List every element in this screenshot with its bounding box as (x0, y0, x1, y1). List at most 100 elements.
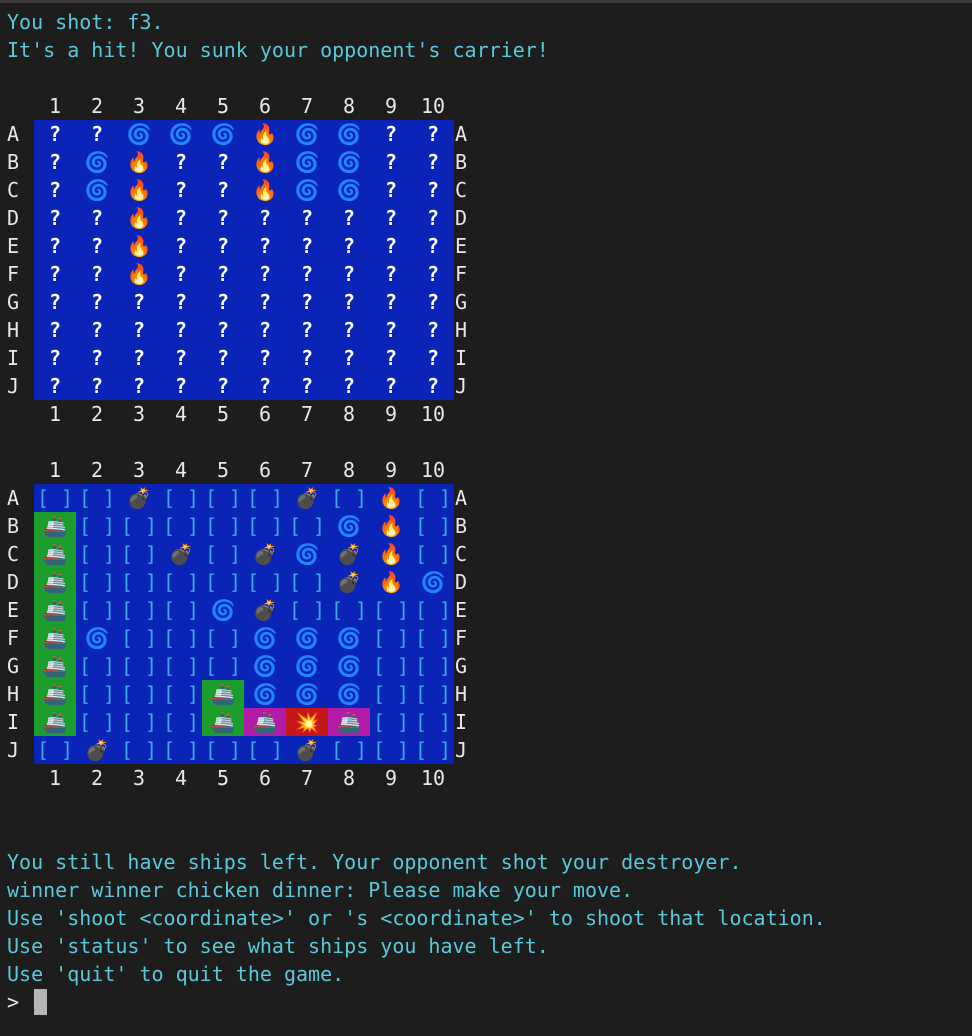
opponent-unknown-cell[interactable]: ? (286, 316, 328, 344)
opponent-fire-icon[interactable]: 🔥 (244, 176, 286, 204)
opponent-fire-icon[interactable]: 🔥 (118, 148, 160, 176)
opponent-unknown-cell[interactable]: ? (76, 372, 118, 400)
opponent-unknown-cell[interactable]: ? (202, 176, 244, 204)
opponent-unknown-cell[interactable]: ? (202, 260, 244, 288)
opponent-unknown-cell[interactable]: ? (34, 288, 76, 316)
opponent-miss-icon[interactable]: 🌀 (286, 176, 328, 204)
opponent-unknown-cell[interactable]: ? (412, 148, 454, 176)
opponent-unknown-cell[interactable]: ? (328, 316, 370, 344)
opponent-unknown-cell[interactable]: ? (328, 204, 370, 232)
opponent-unknown-cell[interactable]: ? (118, 372, 160, 400)
opponent-unknown-cell[interactable]: ? (76, 204, 118, 232)
opponent-unknown-cell[interactable]: ? (118, 316, 160, 344)
opponent-unknown-cell[interactable]: ? (328, 372, 370, 400)
opponent-miss-icon[interactable]: 🌀 (76, 176, 118, 204)
opponent-unknown-cell[interactable]: ? (286, 372, 328, 400)
opponent-miss-icon[interactable]: 🌀 (328, 148, 370, 176)
opponent-miss-icon[interactable]: 🌀 (160, 120, 202, 148)
opponent-unknown-cell[interactable]: ? (202, 232, 244, 260)
opponent-unknown-cell[interactable]: ? (244, 316, 286, 344)
opponent-unknown-cell[interactable]: ? (160, 176, 202, 204)
opponent-unknown-cell[interactable]: ? (202, 288, 244, 316)
opponent-unknown-cell[interactable]: ? (244, 288, 286, 316)
opponent-unknown-cell[interactable]: ? (118, 288, 160, 316)
opponent-miss-icon[interactable]: 🌀 (286, 148, 328, 176)
opponent-unknown-cell[interactable]: ? (286, 204, 328, 232)
opponent-unknown-cell[interactable]: ? (244, 204, 286, 232)
opponent-unknown-cell[interactable]: ? (34, 316, 76, 344)
opponent-unknown-cell[interactable]: ? (34, 176, 76, 204)
opponent-unknown-cell[interactable]: ? (76, 288, 118, 316)
opponent-miss-icon[interactable]: 🌀 (286, 120, 328, 148)
opponent-unknown-cell[interactable]: ? (160, 148, 202, 176)
opponent-unknown-cell[interactable]: ? (34, 204, 76, 232)
opponent-miss-icon[interactable]: 🌀 (328, 120, 370, 148)
opponent-unknown-cell[interactable]: ? (412, 260, 454, 288)
opponent-unknown-cell[interactable]: ? (160, 204, 202, 232)
opponent-unknown-cell[interactable]: ? (76, 120, 118, 148)
opponent-unknown-cell[interactable]: ? (202, 344, 244, 372)
opponent-unknown-cell[interactable]: ? (34, 344, 76, 372)
opponent-unknown-cell[interactable]: ? (286, 344, 328, 372)
opponent-unknown-cell[interactable]: ? (160, 288, 202, 316)
opponent-unknown-cell[interactable]: ? (34, 120, 76, 148)
opponent-unknown-cell[interactable]: ? (34, 148, 76, 176)
opponent-unknown-cell[interactable]: ? (286, 288, 328, 316)
opponent-unknown-cell[interactable]: ? (370, 260, 412, 288)
opponent-unknown-cell[interactable]: ? (160, 344, 202, 372)
opponent-unknown-cell[interactable]: ? (412, 176, 454, 204)
opponent-unknown-cell[interactable]: ? (202, 204, 244, 232)
opponent-unknown-cell[interactable]: ? (202, 316, 244, 344)
opponent-fire-icon[interactable]: 🔥 (118, 260, 160, 288)
opponent-unknown-cell[interactable]: ? (160, 316, 202, 344)
terminal-cursor[interactable] (34, 989, 47, 1015)
opponent-unknown-cell[interactable]: ? (412, 288, 454, 316)
opponent-unknown-cell[interactable]: ? (76, 260, 118, 288)
opponent-unknown-cell[interactable]: ? (370, 176, 412, 204)
opponent-fire-icon[interactable]: 🔥 (244, 120, 286, 148)
opponent-unknown-cell[interactable]: ? (370, 288, 412, 316)
opponent-fire-icon[interactable]: 🔥 (118, 204, 160, 232)
opponent-unknown-cell[interactable]: ? (160, 372, 202, 400)
opponent-unknown-cell[interactable]: ? (412, 372, 454, 400)
opponent-unknown-cell[interactable]: ? (328, 232, 370, 260)
opponent-unknown-cell[interactable]: ? (202, 148, 244, 176)
opponent-unknown-cell[interactable]: ? (370, 316, 412, 344)
opponent-unknown-cell[interactable]: ? (328, 260, 370, 288)
opponent-unknown-cell[interactable]: ? (370, 344, 412, 372)
opponent-unknown-cell[interactable]: ? (202, 372, 244, 400)
opponent-unknown-cell[interactable]: ? (370, 204, 412, 232)
opponent-unknown-cell[interactable]: ? (412, 316, 454, 344)
opponent-fire-icon[interactable]: 🔥 (244, 148, 286, 176)
opponent-unknown-cell[interactable]: ? (328, 288, 370, 316)
opponent-unknown-cell[interactable]: ? (160, 232, 202, 260)
opponent-unknown-cell[interactable]: ? (328, 344, 370, 372)
opponent-fire-icon[interactable]: 🔥 (118, 232, 160, 260)
opponent-unknown-cell[interactable]: ? (412, 120, 454, 148)
opponent-unknown-cell[interactable]: ? (34, 260, 76, 288)
opponent-miss-icon[interactable]: 🌀 (202, 120, 244, 148)
opponent-unknown-cell[interactable]: ? (286, 232, 328, 260)
opponent-unknown-cell[interactable]: ? (412, 204, 454, 232)
opponent-unknown-cell[interactable]: ? (244, 232, 286, 260)
opponent-unknown-cell[interactable]: ? (160, 260, 202, 288)
opponent-miss-icon[interactable]: 🌀 (76, 148, 118, 176)
opponent-unknown-cell[interactable]: ? (412, 232, 454, 260)
opponent-unknown-cell[interactable]: ? (76, 344, 118, 372)
opponent-unknown-cell[interactable]: ? (370, 148, 412, 176)
opponent-unknown-cell[interactable]: ? (76, 232, 118, 260)
opponent-fire-icon[interactable]: 🔥 (118, 176, 160, 204)
opponent-unknown-cell[interactable]: ? (76, 316, 118, 344)
opponent-miss-icon[interactable]: 🌀 (118, 120, 160, 148)
opponent-unknown-cell[interactable]: ? (118, 344, 160, 372)
opponent-unknown-cell[interactable]: ? (244, 260, 286, 288)
opponent-unknown-cell[interactable]: ? (244, 344, 286, 372)
opponent-unknown-cell[interactable]: ? (370, 120, 412, 148)
opponent-unknown-cell[interactable]: ? (286, 260, 328, 288)
opponent-unknown-cell[interactable]: ? (370, 232, 412, 260)
opponent-miss-icon[interactable]: 🌀 (328, 176, 370, 204)
opponent-unknown-cell[interactable]: ? (34, 372, 76, 400)
opponent-unknown-cell[interactable]: ? (244, 372, 286, 400)
opponent-unknown-cell[interactable]: ? (34, 232, 76, 260)
opponent-unknown-cell[interactable]: ? (412, 344, 454, 372)
